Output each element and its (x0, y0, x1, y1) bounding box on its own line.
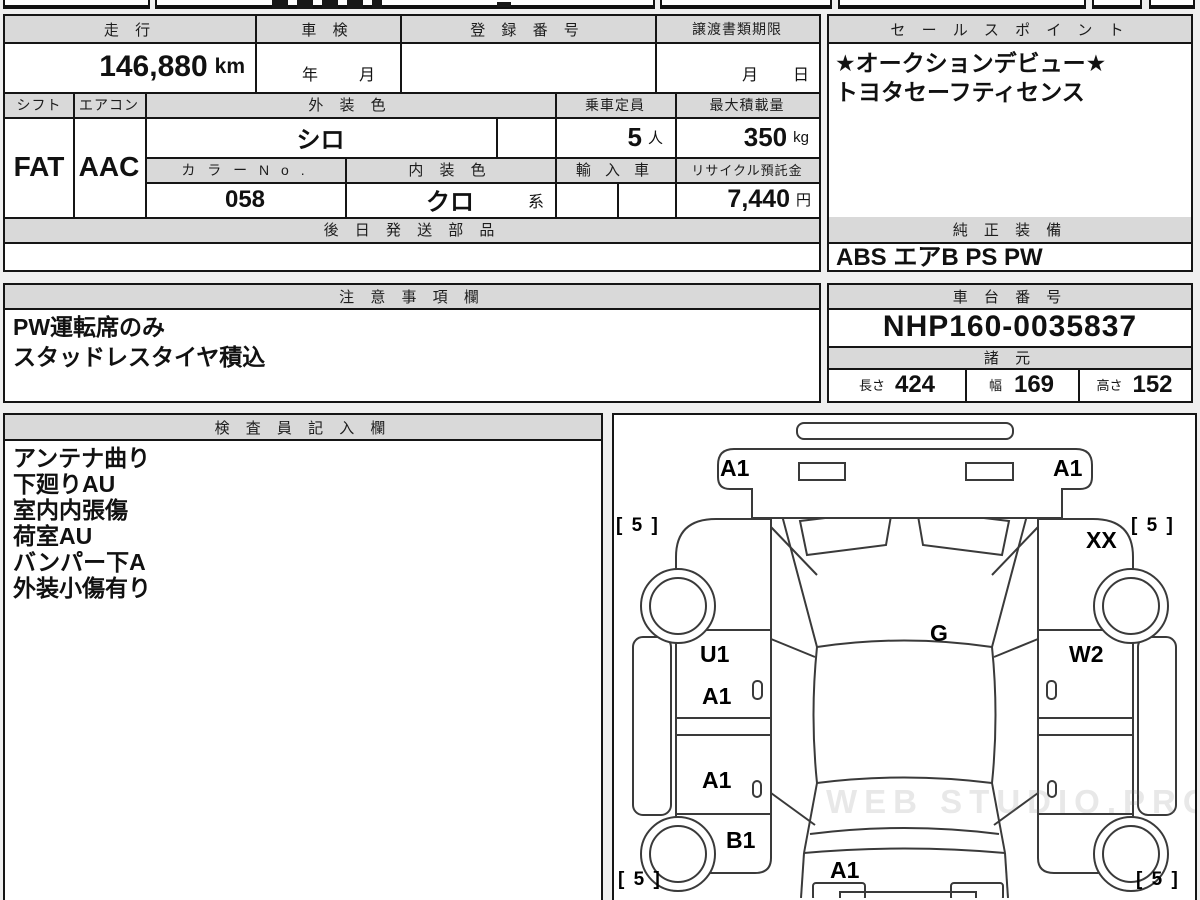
recycle-value: 7,440 円 (675, 182, 811, 217)
inspection-month-placeholder: 月 (358, 67, 375, 84)
exterior-color-header: 外 装 色 (308, 97, 392, 114)
genuine-equipment-value: ABS エアB PS PW (836, 244, 1043, 271)
inspector-line-6: 外装小傷有り (13, 575, 151, 601)
specs-header: 諸 元 (983, 349, 1037, 367)
damage-code-front-left: A1 (720, 455, 750, 481)
spec-width-label: 幅 (988, 378, 1002, 393)
inspector-line-5: バンパー下A (13, 549, 146, 575)
capacity-header: 乗車定員 (585, 96, 645, 113)
chassis-specs-block: 車 台 番 号 NHP160-0035837 諸 元 長さ 424 幅 169 … (827, 283, 1193, 403)
spec-length-value: 424 (894, 370, 936, 398)
watermark: WEB STUDIO.PRO (826, 783, 1197, 820)
interior-color-suffix: 系 (527, 193, 544, 211)
roof-strip (796, 422, 1014, 440)
aircon-header: エアコン (79, 96, 139, 113)
damage-code-rear-center: A1 (830, 857, 860, 883)
spec-height-value: 152 (1132, 370, 1173, 398)
recycle-header: リサイクル預託金 (691, 163, 803, 178)
spec-height-label: 高さ (1096, 378, 1123, 393)
auction-sheet: { "info": { "mileage_label": "走 行", "mil… (0, 0, 1200, 900)
capacity-unit: 人 (647, 129, 663, 147)
exterior-color-value: シロ (296, 126, 345, 154)
shift-value: FAT (13, 151, 65, 182)
recycle-unit: 円 (795, 192, 811, 209)
mileage-number: 146,880 (99, 50, 208, 83)
damage-code-front-right: A1 (1053, 455, 1083, 481)
clipped-text-fragment (272, 0, 382, 9)
tire-code-rear-left: [ 5 ] (618, 869, 662, 890)
sales-point-line-1: ★オークションデビュー★ (835, 50, 1107, 76)
notes-line-1: PW運転席のみ (13, 314, 166, 340)
interior-color-header: 内 装 色 (408, 162, 492, 179)
inspector-line-3: 室内内張傷 (13, 497, 128, 523)
notes-line-2: スタッドレスタイヤ積込 (13, 344, 266, 370)
damage-code-right-door: W2 (1069, 641, 1104, 667)
genuine-equipment-header: 純 正 装 備 (952, 222, 1068, 239)
tire-code-front-left: [ 5 ] (616, 515, 660, 536)
color-no-header: カ ラ ー N o . (181, 161, 309, 178)
aircon-value: AAC (78, 151, 140, 182)
inspector-line-1: アンテナ曲り (13, 445, 151, 471)
chassis-number-header: 車 台 番 号 (952, 289, 1068, 306)
spec-width: 幅 169 (965, 368, 1078, 401)
inspector-line-4: 荷室AU (13, 523, 93, 549)
inspection-year-placeholder: 年 (301, 67, 318, 84)
shift-header: シフト (16, 96, 62, 113)
clipped-cell (660, 0, 832, 9)
transfer-docs-header: 譲渡書類期限 (692, 21, 782, 37)
notes-header: 注 意 事 項 欄 (339, 289, 485, 306)
clipped-cell (155, 0, 655, 9)
car-front-bumper (717, 422, 1093, 519)
damage-code-glass: G (930, 620, 948, 646)
sales-point-line-2: トヨタセーフティセンス (835, 79, 1085, 105)
car-right-side (991, 518, 1177, 892)
spec-width-value: 169 (1013, 370, 1055, 398)
mileage-value: 146,880 km (5, 42, 245, 92)
notes-block: 注 意 事 項 欄 PW運転席のみ スタッドレスタイヤ積込 (3, 283, 821, 403)
vehicle-info-table: 走 行 車 検 登 録 番 号 譲渡書類期限 146,880 km 年 月 月 … (3, 14, 821, 272)
import-header: 輸 入 車 (575, 162, 655, 179)
clipped-cell (1092, 0, 1142, 9)
damage-code-right-fender: XX (1086, 527, 1117, 553)
recycle-number: 7,440 (727, 185, 790, 213)
max-load-value: 350 kg (675, 117, 809, 157)
inspection-header: 車 検 (301, 21, 354, 39)
spec-height: 高さ 152 (1078, 368, 1191, 401)
registration-header: 登 録 番 号 (470, 21, 585, 39)
inspector-line-2: 下廻りAU (13, 471, 116, 497)
clipped-cell (1149, 0, 1195, 9)
inspector-notes-block: 検 査 員 記 入 欄 アンテナ曲り 下廻りAU 室内内張傷 荷室AU バンパー… (3, 413, 603, 900)
mileage-header: 走 行 (103, 21, 157, 39)
capacity-value: 5 人 (555, 117, 663, 157)
transfer-day-placeholder: 日 (792, 67, 809, 84)
clipped-cell (3, 0, 150, 9)
max-load-unit: kg (793, 128, 809, 146)
capacity-number: 5 (627, 121, 642, 152)
spec-length: 長さ 424 (829, 368, 965, 401)
clipped-text-fragment (497, 2, 511, 7)
color-no-value: 058 (224, 185, 266, 213)
damage-code-left-rear-fender: B1 (726, 827, 756, 853)
inspector-notes-header: 検 査 員 記 入 欄 (214, 419, 392, 437)
car-center-body (774, 488, 1035, 898)
max-load-number: 350 (743, 121, 788, 152)
later-parts-header: 後 日 発 送 部 品 (323, 222, 501, 239)
damage-diagram-block: A1 A1 [ 5 ] [ 5 ] XX U1 G W2 A1 A1 B1 A1… (612, 413, 1197, 900)
damage-code-left-rear-door: A1 (702, 767, 732, 793)
clipped-cell (838, 0, 1086, 9)
tire-code-rear-right: [ 5 ] (1136, 869, 1180, 890)
sales-point-block: セ ー ル ス ポ イ ン ト ★オークションデビュー★ トヨタセーフティセンス… (827, 14, 1193, 272)
damage-code-left-door-upper: U1 (700, 641, 730, 667)
chassis-number-value: NHP160-0035837 (882, 310, 1138, 343)
mileage-unit: km (214, 55, 245, 78)
spec-length-label: 長さ (858, 378, 885, 393)
max-load-header: 最大積載量 (709, 96, 785, 113)
sales-point-header: セ ー ル ス ポ イ ン ト (890, 21, 1130, 39)
tire-code-front-right: [ 5 ] (1131, 515, 1175, 536)
damage-code-left-door-lower: A1 (702, 683, 732, 709)
transfer-month-placeholder: 月 (741, 67, 758, 84)
